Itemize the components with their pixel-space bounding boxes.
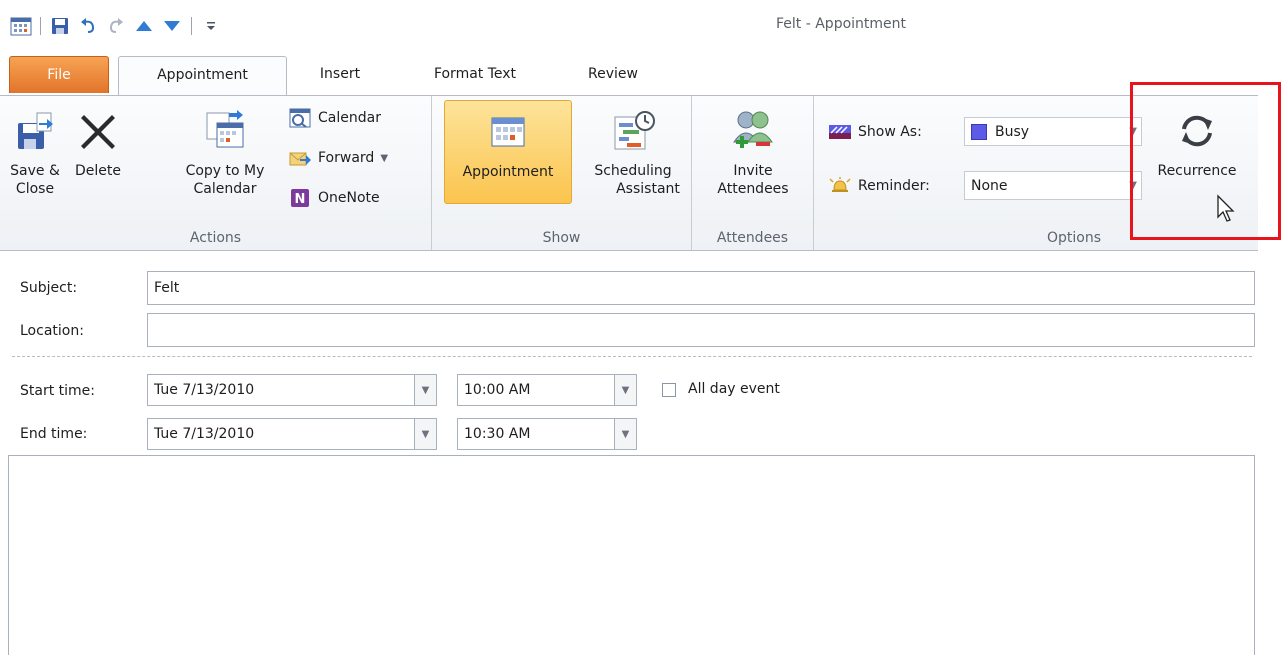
reminder-value: None <box>971 177 1008 194</box>
forward-icon <box>289 152 311 166</box>
calendar-button[interactable]: Calendar <box>288 104 381 132</box>
previous-item-icon[interactable] <box>133 15 155 37</box>
reminder-label: Reminder: <box>858 178 930 194</box>
calendar-icon <box>289 108 311 128</box>
start-date-dropdown-icon[interactable]: ▼ <box>415 374 437 406</box>
forward-button[interactable]: Forward ▼ <box>288 144 388 172</box>
appointment-view-button[interactable]: Appointment <box>444 100 572 204</box>
mouse-cursor-icon <box>1217 194 1235 222</box>
subject-input[interactable]: Felt <box>147 271 1255 305</box>
onenote-label: OneNote <box>318 190 380 206</box>
tab-format-text[interactable]: Format Text <box>410 56 540 93</box>
scheduling-label-line1: Scheduling <box>594 163 672 179</box>
tab-insert[interactable]: Insert <box>300 56 380 93</box>
undo-icon[interactable] <box>77 15 99 37</box>
next-item-icon[interactable] <box>161 15 183 37</box>
appointment-app-icon[interactable] <box>10 15 32 37</box>
ribbon-tabs: File Appointment Insert Format Text Revi… <box>0 52 1282 96</box>
location-input[interactable] <box>147 313 1255 347</box>
recurrence-highlight-box <box>1130 82 1281 240</box>
show-as-label: Show As: <box>858 124 922 140</box>
reminder-label-row: Reminder: <box>828 172 930 200</box>
forward-dropdown-icon[interactable]: ▼ <box>380 153 388 164</box>
tab-appointment[interactable]: Appointment <box>118 56 287 96</box>
redo-icon[interactable] <box>105 15 127 37</box>
start-time-input[interactable]: 10:00 AM <box>457 374 615 406</box>
tab-file[interactable]: File <box>9 56 109 93</box>
attendees-group-label: Attendees <box>716 230 789 246</box>
reminder-select[interactable]: None ▼ <box>964 171 1142 200</box>
onenote-button[interactable]: N OneNote <box>288 184 380 212</box>
window-title: Felt - Appointment <box>776 16 907 32</box>
invite-attendees-button[interactable]: Invite Attendees <box>700 100 806 198</box>
appointment-view-icon <box>445 101 571 163</box>
invite-label-line2: Attendees <box>717 181 789 197</box>
show-as-icon <box>829 125 851 139</box>
actions-group: Save & Close Delete Copy to My Calendar … <box>0 96 432 250</box>
start-date-input[interactable]: Tue 7/13/2010 <box>147 374 415 406</box>
title-bar: Felt - Appointment <box>0 0 1282 50</box>
copy-to-calendar-button[interactable]: Copy to My Calendar <box>170 100 280 198</box>
options-group-label: Options <box>1046 230 1102 246</box>
end-date-input[interactable]: Tue 7/13/2010 <box>147 418 415 450</box>
end-time-dropdown-icon[interactable]: ▼ <box>615 418 637 450</box>
ribbon: Save & Close Delete Copy to My Calendar … <box>0 95 1258 251</box>
invite-label-line1: Invite <box>733 163 773 179</box>
scheduling-label-line2: Assistant <box>616 181 680 197</box>
calendar-label: Calendar <box>318 110 381 126</box>
busy-swatch <box>971 123 987 140</box>
show-as-select[interactable]: Busy ▼ <box>964 117 1142 146</box>
reminder-bell-icon <box>829 177 851 192</box>
end-date-dropdown-icon[interactable]: ▼ <box>415 418 437 450</box>
save-close-icon <box>4 100 66 162</box>
onenote-icon: N <box>291 189 309 207</box>
save-icon[interactable] <box>49 15 71 37</box>
form-divider <box>12 356 1252 357</box>
end-time-label: End time: <box>20 426 88 442</box>
copy-label-line1: Copy to My <box>185 163 265 179</box>
forward-label: Forward <box>318 150 375 166</box>
show-as-value: Busy <box>995 123 1030 140</box>
attendees-group: Invite Attendees Attendees <box>692 96 814 250</box>
scheduling-assistant-button[interactable]: Scheduling Assistant <box>576 100 690 198</box>
tab-review[interactable]: Review <box>568 56 658 93</box>
appointment-notes-body[interactable] <box>8 455 1255 655</box>
delete-button[interactable]: Delete <box>68 100 128 180</box>
show-as-label-row: Show As: <box>828 118 922 146</box>
start-time-label: Start time: <box>20 383 95 399</box>
customize-qat-icon[interactable] <box>200 15 222 37</box>
scheduling-assistant-icon <box>576 100 690 162</box>
subject-label: Subject: <box>20 280 78 296</box>
svg-text:N: N <box>295 192 306 207</box>
save-close-label-line1: Save & <box>10 163 60 179</box>
quick-access-toolbar <box>10 14 222 38</box>
delete-label: Delete <box>75 163 121 179</box>
all-day-checkbox[interactable] <box>662 383 676 397</box>
end-time-input[interactable]: 10:30 AM <box>457 418 615 450</box>
qat-separator <box>40 17 41 35</box>
save-close-label-line2: Close <box>15 181 55 197</box>
qat-separator <box>191 17 192 35</box>
delete-icon <box>68 100 128 162</box>
copy-calendar-icon <box>170 100 280 162</box>
location-label: Location: <box>20 323 84 339</box>
invite-attendees-icon <box>700 100 806 162</box>
actions-group-label: Actions <box>189 230 242 246</box>
start-time-dropdown-icon[interactable]: ▼ <box>615 374 637 406</box>
copy-label-line2: Calendar <box>193 181 257 197</box>
save-close-button[interactable]: Save & Close <box>4 100 66 198</box>
show-group: Appointment Scheduling Assistant Show <box>432 96 692 250</box>
all-day-label: All day event <box>688 381 780 397</box>
show-group-label: Show <box>542 230 581 246</box>
appointment-view-label: Appointment <box>462 164 554 180</box>
